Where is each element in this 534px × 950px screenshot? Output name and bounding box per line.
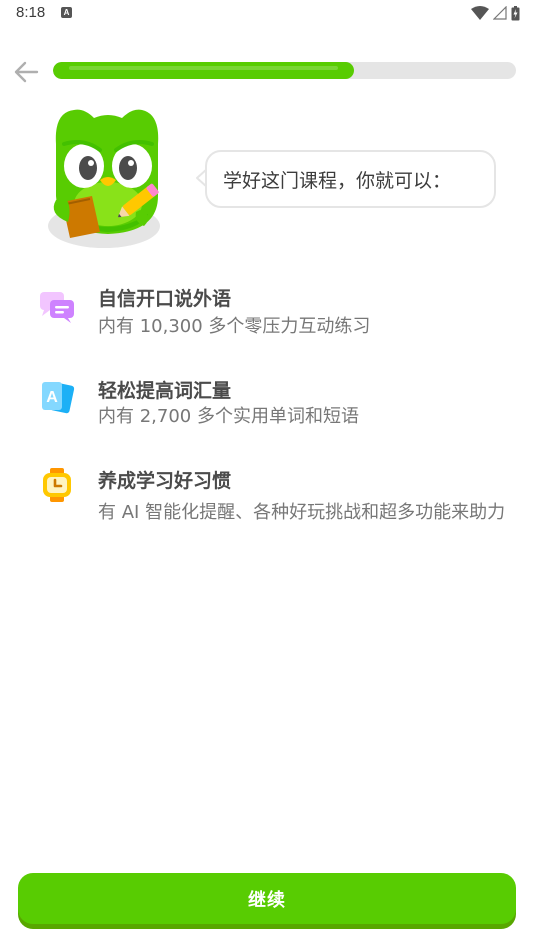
continue-button[interactable]: 继续	[18, 873, 516, 924]
continue-label: 继续	[248, 889, 286, 911]
benefit-description: 内有 2,700 多个实用单词和短语	[98, 406, 359, 427]
wifi-icon	[471, 6, 489, 20]
signal-icon	[493, 6, 507, 20]
progress-fill	[53, 62, 354, 79]
status-time: 8:18	[16, 4, 46, 21]
benefit-title: 养成学习好习惯	[98, 470, 232, 492]
progress-highlight	[69, 66, 338, 70]
arrow-left-icon	[14, 61, 39, 83]
benefit-description: 内有 10,300 多个零压力互动练习	[98, 316, 371, 337]
status-bar: 8:18 A	[0, 0, 534, 28]
progress-bar	[53, 62, 516, 79]
owl-mascot-icon	[48, 109, 160, 248]
battery-icon	[511, 5, 520, 20]
back-button[interactable]	[10, 56, 42, 88]
benefit-title: 自信开口说外语	[98, 288, 232, 310]
notification-icon: A	[61, 7, 72, 18]
speech-bubble: 学好这门课程，你就可以：	[205, 150, 496, 208]
benefit-description: 有 AI 智能化提醒、各种好玩挑战和超多功能来助力	[98, 502, 506, 523]
svg-text:A: A	[46, 389, 58, 406]
vocabulary-cards-icon: A	[42, 382, 75, 414]
status-icons	[471, 5, 520, 21]
benefit-title: 轻松提高词汇量	[98, 380, 232, 402]
speech-text: 学好这门课程，你就可以：	[223, 169, 452, 192]
chat-bubbles-icon	[40, 292, 74, 323]
smartwatch-clock-icon	[43, 468, 71, 502]
